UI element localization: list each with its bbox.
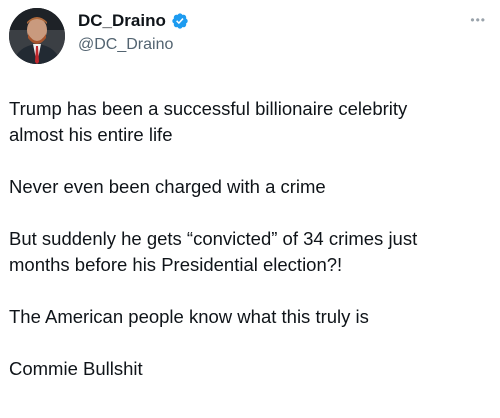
tweet-paragraph: The American people know what this truly…: [9, 306, 369, 327]
author-names: DC_Draino @DC_Draino: [78, 8, 189, 54]
more-options-icon[interactable]: •••: [470, 14, 486, 26]
tweet-header: DC_Draino @DC_Draino: [9, 8, 490, 72]
display-name[interactable]: DC_Draino: [78, 11, 166, 31]
tweet-card: DC_Draino @DC_Draino ••• Trump has been …: [0, 0, 500, 418]
tweet-paragraph: Never even been charged with a crime: [9, 176, 326, 197]
verified-badge-icon: [171, 12, 189, 30]
tweet-paragraph: But suddenly he gets “convicted” of 34 c…: [9, 228, 418, 275]
author-handle[interactable]: @DC_Draino: [78, 36, 189, 54]
avatar[interactable]: [9, 8, 65, 64]
name-row: DC_Draino: [78, 11, 189, 31]
avatar-image: [9, 8, 65, 64]
tweet-paragraph: Commie Bullshit: [9, 358, 143, 379]
tweet-text: Trump has been a successful billionaire …: [9, 96, 490, 382]
tweet-paragraph: Trump has been a successful billionaire …: [9, 98, 408, 145]
